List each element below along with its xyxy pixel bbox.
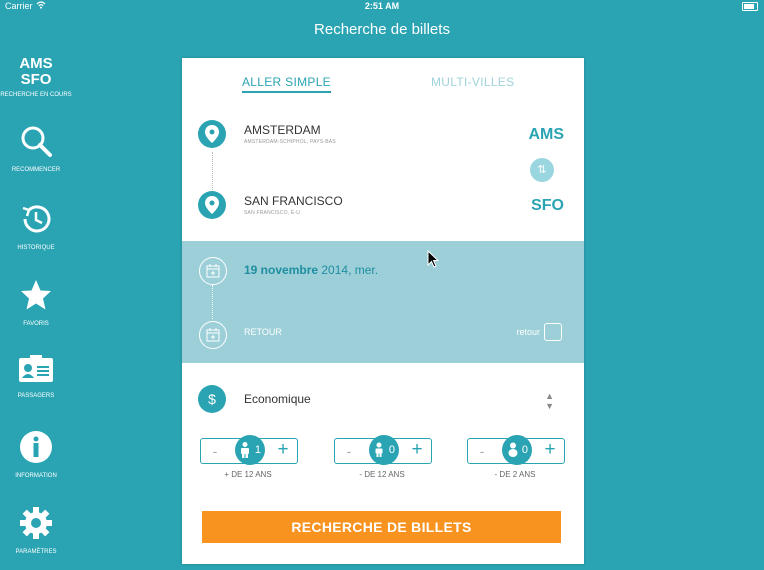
trip-type-tabs: ALLER SIMPLE MULTI-VILLES [182, 58, 584, 112]
destination-code: SFO [531, 197, 564, 214]
cabin-class-select[interactable]: Economique [244, 392, 311, 406]
origin-city: AMSTERDAM [244, 123, 321, 137]
sidebar-item-history[interactable]: HISTORIQUE [0, 202, 72, 251]
child-icon [375, 442, 383, 457]
infant-stepper: - 0 + [467, 435, 565, 465]
adult-icon [241, 442, 249, 458]
adult-stepper: - 1 + [200, 435, 298, 465]
passengers-icon [0, 354, 72, 389]
sidebar-item-label: PARAMÈTRES [15, 549, 57, 555]
clock: 2:51 AM [364, 1, 400, 11]
status-bar: Carrier 2:51 AM [0, 0, 764, 12]
sidebar-item-label: PASSAGERS [17, 393, 55, 399]
search-tickets-button[interactable]: RECHERCHE DE BILLETS [202, 511, 561, 543]
swap-icon: ⇅ [537, 164, 547, 176]
star-icon [0, 278, 72, 317]
date-connector [212, 285, 213, 319]
dollar-icon: $ [198, 385, 226, 413]
search-icon [0, 124, 72, 163]
child-count: 0 [369, 435, 399, 465]
search-form-card: ALLER SIMPLE MULTI-VILLES AMSTERDAM AMST… [182, 58, 584, 564]
departure-day: 19 novembre [244, 263, 319, 277]
destination-field[interactable]: SAN FRANCISCO SAN FRANCISCO, É-U [244, 194, 343, 216]
child-minus-button[interactable]: - [335, 439, 363, 463]
adult-minus-button[interactable]: - [201, 439, 229, 463]
destination-airport: SAN FRANCISCO, É-U [244, 210, 301, 216]
infant-count: 0 [502, 435, 532, 465]
sidebar-item-passengers[interactable]: PASSAGERS [0, 354, 72, 399]
return-checkbox[interactable] [544, 323, 562, 341]
battery-icon [742, 2, 758, 11]
adult-label: + DE 12 ANS [224, 470, 272, 479]
adult-count-value: 1 [254, 444, 261, 456]
return-toggle-label: retour [516, 327, 540, 337]
sidebar-item-settings[interactable]: PARAMÈTRES [0, 506, 72, 555]
departure-calendar-icon [199, 257, 227, 285]
departure-year-weekday: 2014, mer. [318, 263, 379, 277]
sidebar-item-label: FAVORIS [23, 321, 49, 327]
sidebar-item-label: HISTORIQUE [17, 245, 55, 251]
child-plus-button[interactable]: + [403, 439, 431, 463]
infant-count-value: 0 [521, 444, 528, 456]
gear-icon [0, 506, 72, 545]
origin-pin-icon [198, 120, 226, 148]
tab-one-way[interactable]: ALLER SIMPLE [242, 75, 331, 93]
child-count-value: 0 [388, 444, 395, 456]
summary-status: RECHERCHE EN COURS [0, 92, 72, 98]
nav-title: Recherche de billets [314, 21, 450, 38]
summary-origin-code: AMS [19, 55, 53, 72]
mouse-cursor-icon [427, 249, 440, 273]
sidebar-item-information[interactable]: INFORMATION [0, 430, 72, 479]
adult-count: 1 [235, 435, 265, 465]
origin-field[interactable]: AMSTERDAM AMSTERDAM-SCHIPHOL, PAYS-BAS [244, 123, 336, 145]
origin-airport: AMSTERDAM-SCHIPHOL, PAYS-BAS [244, 139, 336, 145]
child-label: - DE 12 ANS [359, 470, 405, 479]
sidebar-item-restart[interactable]: RECOMMENCER [0, 124, 72, 173]
adult-plus-button[interactable]: + [269, 439, 297, 463]
destination-city: SAN FRANCISCO [244, 194, 343, 208]
tab-multi-city[interactable]: MULTI-VILLES [431, 75, 514, 89]
route-connector [212, 152, 213, 190]
info-icon [0, 430, 72, 469]
sidebar-item-label: RECOMMENCER [11, 167, 61, 173]
swap-airports-button[interactable]: ⇅ [530, 158, 554, 182]
summary-dest-code: SFO [20, 71, 52, 88]
departure-date[interactable]: 19 novembre 2014, mer. [244, 263, 378, 277]
infant-icon [508, 442, 518, 457]
sidebar: AMS SFO RECHERCHE EN COURS RECOMMENCER H… [0, 48, 72, 570]
destination-pin-icon [198, 191, 226, 219]
sidebar-item-label: INFORMATION [15, 473, 57, 479]
dates-section: 19 novembre 2014, mer. RETOUR retour [182, 241, 584, 363]
infant-minus-button[interactable]: - [468, 439, 496, 463]
origin-code: AMS [528, 126, 564, 143]
select-arrows-icon: ▲ ▼ [545, 391, 554, 411]
history-icon [0, 202, 72, 241]
child-stepper: - 0 + [334, 435, 432, 465]
infant-plus-button[interactable]: + [536, 439, 564, 463]
infant-label: - DE 2 ANS [494, 470, 536, 479]
return-date[interactable]: RETOUR [244, 327, 282, 337]
search-summary[interactable]: AMS SFO RECHERCHE EN COURS [0, 55, 72, 99]
return-calendar-icon [199, 321, 227, 349]
sidebar-item-favorites[interactable]: FAVORIS [0, 278, 72, 327]
